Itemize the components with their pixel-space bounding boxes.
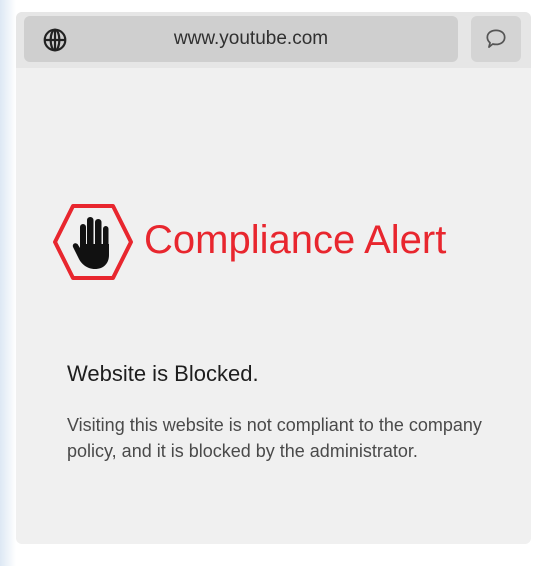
chat-bubble-icon [486,29,506,48]
chat-button[interactable] [471,16,521,62]
blocked-heading: Website is Blocked. [67,361,259,386]
alert-title: Compliance Alert [144,218,447,262]
stop-hand-icon [53,204,133,280]
browser-window: www.youtube.com Compliance Alert Website… [16,12,531,544]
background-edge [0,0,16,566]
alert-header: Compliance Alert [52,202,522,282]
globe-icon [43,28,67,52]
address-bar[interactable]: www.youtube.com [24,16,458,62]
blocked-message: Visiting this website is not compliant t… [67,415,482,461]
url-text[interactable]: www.youtube.com [94,16,408,62]
browser-toolbar: www.youtube.com [16,12,531,68]
